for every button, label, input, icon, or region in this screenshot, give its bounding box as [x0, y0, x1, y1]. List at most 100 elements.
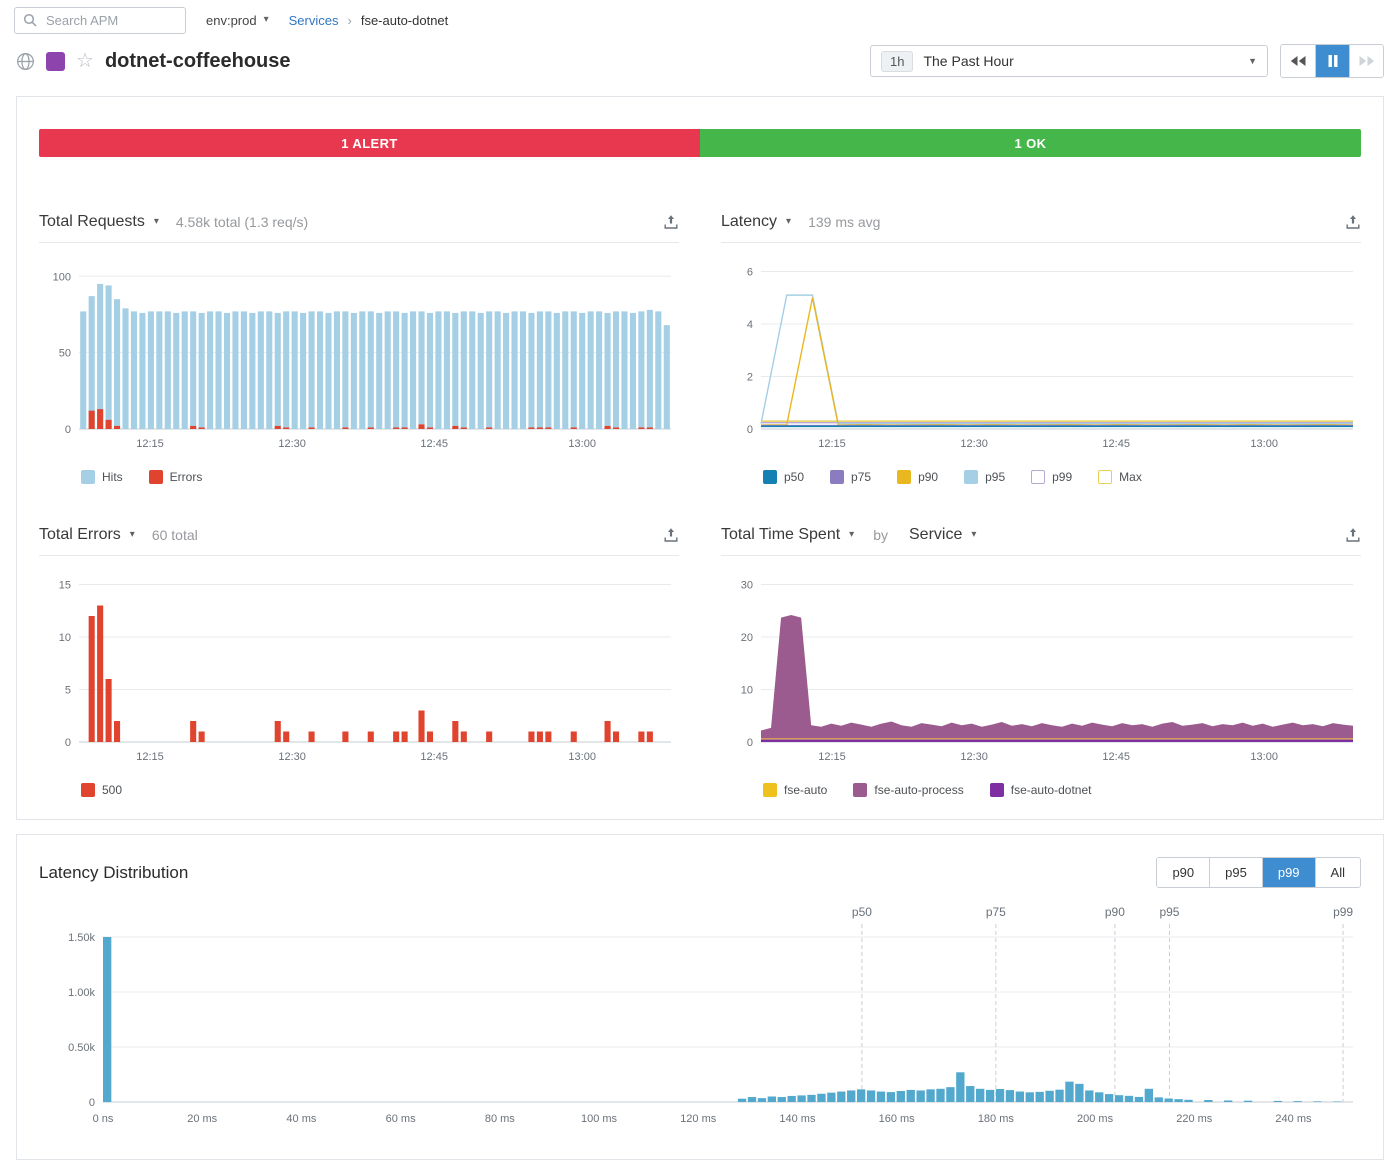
legend-item-p50[interactable]: p50	[763, 470, 804, 484]
svg-text:0: 0	[747, 737, 753, 749]
legend-item-p75[interactable]: p75	[830, 470, 871, 484]
legend-item-Hits[interactable]: Hits	[81, 470, 123, 484]
time-spent-groupby: Service	[909, 526, 962, 544]
svg-text:220 ms: 220 ms	[1176, 1113, 1213, 1125]
svg-text:10: 10	[59, 632, 71, 644]
svg-text:100 ms: 100 ms	[581, 1113, 618, 1125]
svg-text:0: 0	[747, 424, 753, 436]
env-filter-label: env:prod	[206, 13, 257, 28]
search-box[interactable]	[14, 7, 186, 34]
svg-text:2: 2	[747, 372, 753, 384]
svg-text:12:15: 12:15	[818, 438, 846, 450]
svg-text:13:00: 13:00	[568, 751, 596, 763]
latency-chart: 024612:1512:3012:4513:00	[721, 251, 1361, 462]
legend-item-fse-auto-dotnet[interactable]: fse-auto-dotnet	[990, 783, 1092, 797]
total-requests-legend: Hits Errors	[39, 462, 679, 484]
latency-title: Latency	[721, 213, 777, 231]
page-header: ☆ dotnet-coffeehouse 1h The Past Hour ▼	[0, 40, 1400, 90]
breadcrumb-separator-icon: ›	[347, 13, 351, 28]
svg-text:12:45: 12:45	[1102, 438, 1130, 450]
monitor-status-bar: 1 ALERT 1 OK	[39, 129, 1361, 157]
svg-text:p50: p50	[852, 905, 872, 919]
svg-text:p75: p75	[986, 905, 1006, 919]
legend-item-p90[interactable]: p90	[897, 470, 938, 484]
p95-button[interactable]: p95	[1209, 858, 1262, 887]
svg-text:40 ms: 40 ms	[286, 1113, 316, 1125]
time-range-label: The Past Hour	[923, 53, 1013, 69]
chevron-down-icon[interactable]: ▾	[971, 530, 976, 540]
chevron-down-icon: ▾	[264, 15, 269, 25]
time-spent-panel: Total Time Spent ▾ by Service ▾ 01020301…	[721, 526, 1361, 797]
svg-text:12:30: 12:30	[278, 751, 306, 763]
export-icon[interactable]	[663, 214, 679, 230]
legend-item-p99[interactable]: p99	[1031, 470, 1072, 484]
svg-text:6: 6	[747, 267, 753, 279]
fast-forward-button[interactable]	[1349, 45, 1383, 77]
time-spent-title: Total Time Spent	[721, 526, 840, 544]
svg-text:p90: p90	[1105, 905, 1125, 919]
legend-item-Errors[interactable]: Errors	[149, 470, 203, 484]
svg-text:60 ms: 60 ms	[386, 1113, 416, 1125]
pause-button[interactable]	[1315, 45, 1349, 77]
svg-text:10: 10	[741, 685, 753, 697]
total-requests-title: Total Requests	[39, 213, 145, 231]
svg-text:0: 0	[89, 1097, 95, 1109]
chevron-down-icon[interactable]: ▾	[849, 530, 854, 540]
legend-item-Max[interactable]: Max	[1098, 470, 1142, 484]
percentile-button-group: p90 p95 p99 All	[1156, 857, 1361, 888]
svg-text:0.50k: 0.50k	[68, 1042, 95, 1054]
status-alert[interactable]: 1 ALERT	[39, 129, 700, 157]
status-ok[interactable]: 1 OK	[700, 129, 1361, 157]
svg-text:12:45: 12:45	[1102, 751, 1130, 763]
p99-button[interactable]: p99	[1262, 858, 1315, 887]
latency-distribution-title: Latency Distribution	[39, 863, 188, 883]
legend-item-p95[interactable]: p95	[964, 470, 1005, 484]
legend-item-fse-auto-process[interactable]: fse-auto-process	[853, 783, 963, 797]
breadcrumb-services-link[interactable]: Services	[289, 13, 339, 28]
chevron-down-icon[interactable]: ▾	[154, 217, 159, 227]
chevron-down-icon[interactable]: ▾	[786, 217, 791, 227]
chevron-down-icon[interactable]: ▾	[130, 530, 135, 540]
export-icon[interactable]	[1345, 214, 1361, 230]
svg-text:15: 15	[59, 580, 71, 592]
breadcrumb-current: fse-auto-dotnet	[361, 13, 448, 28]
total-requests-summary: 4.58k total (1.3 req/s)	[176, 214, 308, 230]
svg-text:12:15: 12:15	[136, 751, 164, 763]
total-errors-summary: 60 total	[152, 527, 198, 543]
all-button[interactable]: All	[1315, 858, 1360, 887]
rewind-button[interactable]	[1281, 45, 1315, 77]
latency-legend: p50 p75 p90 p95 p99 Max	[721, 462, 1361, 484]
svg-text:30: 30	[741, 580, 753, 592]
topbar: env:prod ▾ Services › fse-auto-dotnet	[0, 0, 1400, 40]
svg-text:p95: p95	[1159, 905, 1179, 919]
export-icon[interactable]	[663, 527, 679, 543]
total-errors-legend: 500	[39, 775, 679, 797]
svg-text:12:45: 12:45	[420, 438, 448, 450]
svg-text:4: 4	[747, 319, 753, 331]
svg-text:13:00: 13:00	[568, 438, 596, 450]
export-icon[interactable]	[1345, 527, 1361, 543]
search-icon	[23, 13, 37, 27]
favorite-star-icon[interactable]: ☆	[76, 51, 94, 71]
p90-button[interactable]: p90	[1157, 858, 1209, 887]
page-title: dotnet-coffeehouse	[105, 50, 291, 73]
playback-controls	[1280, 44, 1384, 78]
svg-text:5: 5	[65, 685, 71, 697]
search-input[interactable]	[44, 12, 177, 29]
legend-item-fse-auto[interactable]: fse-auto	[763, 783, 827, 797]
time-range-selector[interactable]: 1h The Past Hour ▼	[870, 45, 1268, 77]
svg-text:1.00k: 1.00k	[68, 987, 95, 999]
legend-item-500[interactable]: 500	[81, 783, 122, 797]
svg-text:12:15: 12:15	[818, 751, 846, 763]
latency-distribution-chart: 00.50k1.00k1.50k0 ns20 ms40 ms60 ms80 ms…	[39, 894, 1361, 1137]
chevron-down-icon: ▼	[1248, 57, 1257, 66]
svg-text:160 ms: 160 ms	[879, 1113, 916, 1125]
env-filter-dropdown[interactable]: env:prod ▾	[206, 13, 269, 28]
svg-text:80 ms: 80 ms	[485, 1113, 515, 1125]
svg-text:240 ms: 240 ms	[1275, 1113, 1312, 1125]
total-errors-chart: 05101512:1512:3012:4513:00	[39, 564, 679, 775]
svg-text:0 ns: 0 ns	[93, 1113, 114, 1125]
svg-text:13:00: 13:00	[1250, 751, 1278, 763]
total-requests-panel: Total Requests ▾ 4.58k total (1.3 req/s)…	[39, 213, 679, 484]
svg-text:0: 0	[65, 737, 71, 749]
